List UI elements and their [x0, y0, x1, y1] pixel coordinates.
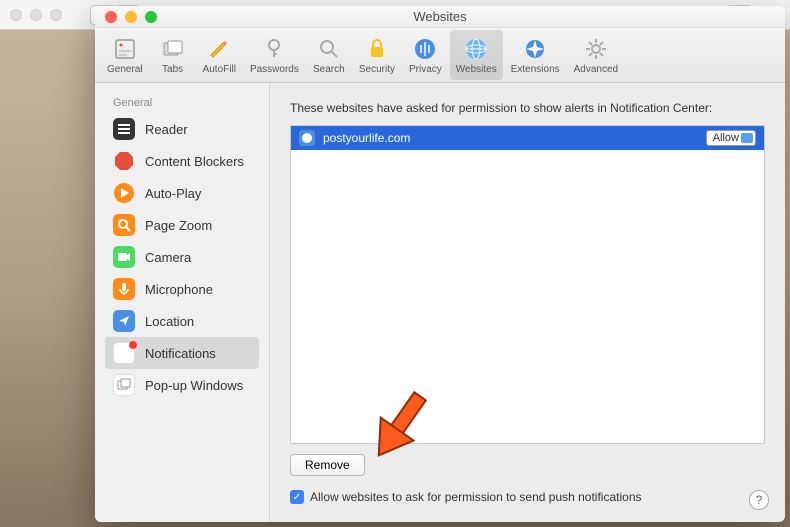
description-text: These websites have asked for permission… [290, 101, 765, 115]
sidebar-label: Content Blockers [145, 154, 244, 169]
zoom-button[interactable] [145, 11, 157, 23]
tab-label: Extensions [511, 64, 560, 75]
camera-icon [113, 246, 135, 268]
tab-websites[interactable]: Websites [450, 30, 503, 80]
window-title: Websites [413, 9, 466, 24]
sidebar-label: Reader [145, 122, 188, 137]
search-icon [316, 36, 342, 62]
autofill-icon [206, 36, 232, 62]
preferences-window: Websites General Tabs AutoFill Passwords… [95, 6, 785, 522]
sidebar-label: Pop-up Windows [145, 378, 243, 393]
sidebar-item-reader[interactable]: Reader [105, 113, 259, 145]
sidebar-item-camera[interactable]: Camera [105, 241, 259, 273]
sidebar-item-auto-play[interactable]: Auto-Play [105, 177, 259, 209]
checkbox-label: Allow websites to ask for permission to … [310, 490, 642, 504]
tab-label: Tabs [162, 64, 183, 75]
site-domain: postyourlife.com [323, 131, 410, 145]
sidebar-label: Auto-Play [145, 186, 201, 201]
allow-ask-row[interactable]: ✓ Allow websites to ask for permission t… [290, 490, 765, 504]
browser-close[interactable] [10, 9, 22, 21]
browser-zoom[interactable] [50, 9, 62, 21]
tab-label: AutoFill [203, 64, 236, 75]
minimize-button[interactable] [125, 11, 137, 23]
reader-icon [113, 118, 135, 140]
tab-search[interactable]: Search [307, 30, 351, 80]
content-blockers-icon [113, 150, 135, 172]
tab-passwords[interactable]: Passwords [244, 30, 305, 80]
sidebar: General Reader Content Blockers Auto-Pla… [95, 83, 270, 522]
permission-select[interactable]: Allow [706, 130, 756, 146]
main-panel: These websites have asked for permission… [270, 83, 785, 522]
tab-label: Websites [456, 64, 497, 75]
tab-extensions[interactable]: Extensions [505, 30, 566, 80]
tab-advanced[interactable]: Advanced [568, 30, 624, 80]
tab-label: Privacy [409, 64, 442, 75]
passwords-icon [261, 36, 287, 62]
page-zoom-icon [113, 214, 135, 236]
browser-minimize[interactable] [30, 9, 42, 21]
website-row[interactable]: postyourlife.com Allow [291, 126, 764, 150]
sidebar-item-location[interactable]: Location [105, 305, 259, 337]
tab-autofill[interactable]: AutoFill [197, 30, 242, 80]
general-icon [112, 36, 138, 62]
sidebar-item-page-zoom[interactable]: Page Zoom [105, 209, 259, 241]
website-list[interactable]: postyourlife.com Allow [290, 125, 765, 444]
tab-tabs[interactable]: Tabs [151, 30, 195, 80]
sidebar-label: Location [145, 314, 194, 329]
auto-play-icon [113, 182, 135, 204]
allow-ask-checkbox[interactable]: ✓ [290, 490, 304, 504]
tab-general[interactable]: General [101, 30, 149, 80]
tab-label: Search [313, 64, 345, 75]
sidebar-label: Microphone [145, 282, 213, 297]
sidebar-header: General [105, 93, 259, 113]
location-icon [113, 310, 135, 332]
sidebar-label: Camera [145, 250, 191, 265]
site-favicon [299, 130, 315, 146]
tab-label: Advanced [574, 64, 618, 75]
websites-icon [463, 36, 489, 62]
sidebar-label: Notifications [145, 346, 216, 361]
sidebar-item-content-blockers[interactable]: Content Blockers [105, 145, 259, 177]
tab-label: General [107, 64, 143, 75]
titlebar[interactable]: Websites [95, 6, 785, 28]
remove-button[interactable]: Remove [290, 454, 365, 476]
advanced-icon [583, 36, 609, 62]
sidebar-label: Page Zoom [145, 218, 212, 233]
tab-security[interactable]: Security [353, 30, 401, 80]
sidebar-item-notifications[interactable]: Notifications [105, 337, 259, 369]
tabs-icon [160, 36, 186, 62]
sidebar-item-microphone[interactable]: Microphone [105, 273, 259, 305]
tab-label: Passwords [250, 64, 299, 75]
notification-badge [129, 341, 137, 349]
tab-privacy[interactable]: Privacy [403, 30, 448, 80]
close-button[interactable] [105, 11, 117, 23]
security-icon [364, 36, 390, 62]
extensions-icon [522, 36, 548, 62]
tab-label: Security [359, 64, 395, 75]
popup-icon [113, 374, 135, 396]
privacy-icon [412, 36, 438, 62]
sidebar-item-popup-windows[interactable]: Pop-up Windows [105, 369, 259, 401]
help-button[interactable]: ? [749, 490, 769, 510]
prefs-toolbar: General Tabs AutoFill Passwords Search S… [95, 28, 785, 83]
microphone-icon [113, 278, 135, 300]
